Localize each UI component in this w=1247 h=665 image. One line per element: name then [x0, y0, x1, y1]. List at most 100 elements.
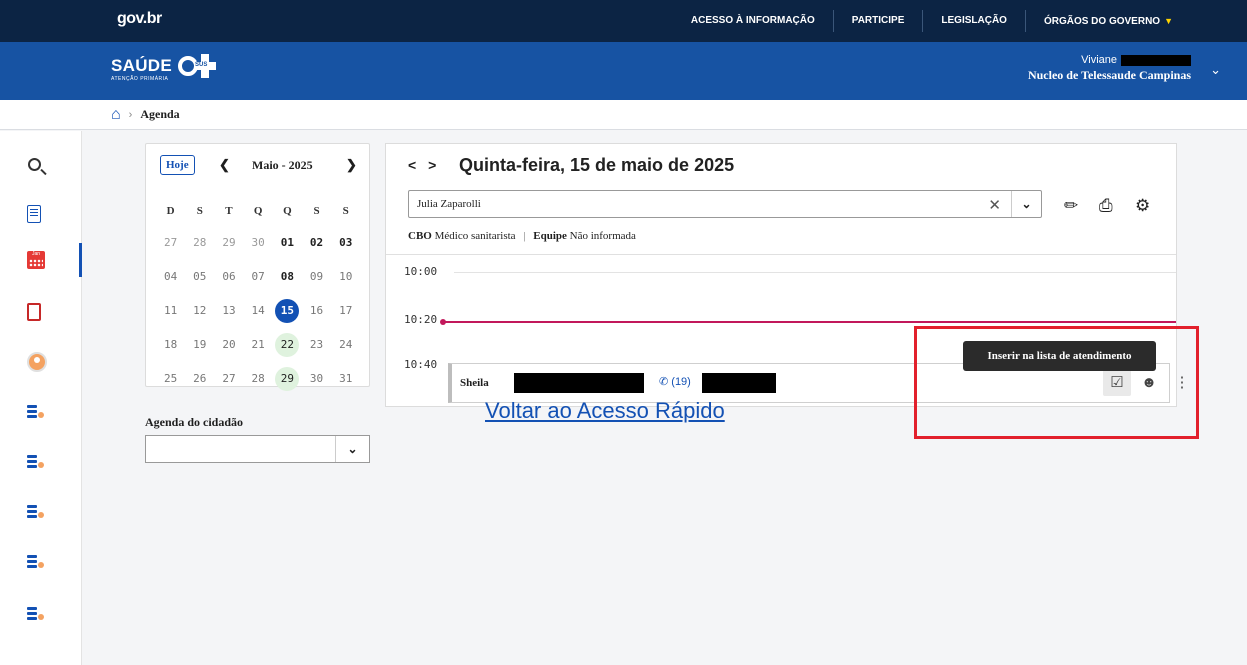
phone-icon: ✆	[659, 376, 672, 388]
calendar-day[interactable]: 16	[302, 299, 331, 323]
calendar-day[interactable]: 04	[156, 265, 185, 289]
professional-select[interactable]: Julia Zaparolli ✕ ⌄	[408, 190, 1042, 218]
calendar-day[interactable]: 20	[214, 333, 243, 357]
calendar-day[interactable]: 21	[244, 333, 273, 357]
current-time-indicator	[440, 319, 1176, 325]
sidebar-item-checklist[interactable]	[0, 445, 82, 479]
calendar-day[interactable]: 03	[331, 231, 360, 255]
calendar-day[interactable]: 31	[331, 367, 360, 391]
saude-esus-logo[interactable]: SAÚDE ATENÇÃO PRIMÁRIA SUS	[111, 54, 217, 82]
clear-icon[interactable]: ✕	[988, 196, 1001, 215]
calendar-day-label: 14	[251, 304, 265, 317]
calendar-day-label: 06	[222, 270, 236, 283]
calendar-day[interactable]: 30	[302, 367, 331, 391]
home-icon[interactable]: ⌂	[111, 106, 121, 124]
calendar-day-label: 09	[309, 270, 324, 283]
calendar-day[interactable]: 02	[302, 231, 331, 255]
sidebar-item-agenda[interactable]	[0, 243, 82, 277]
calendar-day-label: 29	[275, 367, 300, 391]
calendar-day[interactable]: 09	[302, 265, 331, 289]
calendar-day[interactable]: 01	[273, 231, 302, 255]
calendar-day[interactable]: 15	[273, 299, 302, 323]
page-title: Quinta-feira, 15 de maio de 2025	[459, 155, 735, 175]
weekday-header: Q	[283, 205, 292, 217]
gov-top-bar: gov.br ACESSO À INFORMAÇÃO PARTICIPE LEG…	[0, 0, 1247, 42]
calendar-day-label: 28	[251, 372, 265, 385]
back-to-quick-access-link[interactable]: Voltar ao Acesso Rápido	[485, 398, 725, 424]
sidebar-item-search-list[interactable]	[0, 197, 82, 231]
calendar-grid: D S T Q Q S S 27 28 29 30 01 02 03 04 05 06 07 08 09 10 11 12 1…	[156, 199, 361, 401]
calendar-day[interactable]: 10	[331, 265, 360, 289]
chevron-down-icon[interactable]: ⌄	[335, 436, 369, 462]
user-info[interactable]: Viviane Nucleo de Telessaude Campinas	[1028, 54, 1191, 83]
sidebar-item-patient-list[interactable]	[0, 395, 82, 429]
gov-link-orgaos[interactable]: ÓRGÃOS DO GOVERNO ▼	[1024, 10, 1191, 32]
redacted-surname	[1121, 54, 1191, 66]
calendar-day[interactable]: 13	[214, 299, 243, 323]
gear-icon[interactable]: ⚙	[1135, 196, 1150, 216]
calendar-day[interactable]: 19	[185, 333, 214, 357]
print-icon[interactable]: ⎙	[1099, 196, 1113, 216]
chevron-down-icon: ▼	[1164, 16, 1173, 26]
gov-link-participe[interactable]: PARTICIPE	[832, 10, 923, 32]
calendar-day[interactable]: 18	[156, 333, 185, 357]
calendar-day[interactable]: 06	[214, 265, 243, 289]
chevron-right-icon[interactable]: ❯	[346, 157, 357, 173]
calendar-day[interactable]: 30	[244, 231, 273, 255]
gov-link-legislacao[interactable]: LEGISLAÇÃO	[922, 10, 1025, 32]
insert-attendance-list-icon[interactable]: ☑	[1103, 370, 1131, 396]
sidebar-item-citizen[interactable]	[0, 345, 82, 379]
agenda-cidadao-select[interactable]: ⌄	[145, 435, 370, 463]
gov-link-acesso[interactable]: ACESSO À INFORMAÇÃO	[673, 10, 833, 32]
calendar-day[interactable]: 25	[156, 367, 185, 391]
more-options-icon[interactable]: ⋮	[1168, 370, 1196, 396]
calendar-day[interactable]: 12	[185, 299, 214, 323]
calendar-day[interactable]: 29	[273, 367, 302, 391]
divider	[386, 254, 1176, 255]
calendar-day[interactable]: 08	[273, 265, 302, 289]
brand-title: SAÚDE	[111, 56, 173, 75]
calendar-day[interactable]: 29	[214, 231, 243, 255]
patient-phone[interactable]: ✆ (19)	[659, 375, 691, 388]
calendar-day[interactable]: 17	[331, 299, 360, 323]
sidebar-item-video-list[interactable]	[0, 597, 82, 631]
calendar-day[interactable]: 22	[273, 333, 302, 357]
chevron-left-icon[interactable]: ❮	[219, 157, 230, 173]
calendar-day[interactable]: 28	[185, 231, 214, 255]
user-menu-chevron-icon[interactable]: ⌄	[1210, 62, 1221, 78]
weekday-header: T	[225, 205, 233, 217]
citizen-icon[interactable]: ☻	[1135, 370, 1163, 396]
sidebar-item-queue[interactable]	[0, 545, 82, 579]
tooltip: Inserir na lista de atendimento	[963, 341, 1156, 371]
calendar-day[interactable]: 27	[214, 367, 243, 391]
calendar-day-label: 08	[280, 270, 294, 283]
govbr-logo[interactable]: gov.br	[117, 10, 162, 28]
calendar-day[interactable]: 27	[156, 231, 185, 255]
sidebar	[0, 131, 82, 665]
breadcrumb-current: Agenda	[140, 107, 180, 121]
calendar-day-label: 15	[275, 299, 300, 323]
cds-icon	[27, 303, 41, 321]
calendar-day[interactable]: 24	[331, 333, 360, 357]
today-button[interactable]: Hoje	[160, 155, 195, 175]
calendar-day-label: 02	[309, 236, 324, 249]
calendar-day[interactable]: 28	[244, 367, 273, 391]
day-nav-arrows-icon[interactable]: < >	[408, 157, 440, 173]
sidebar-item-cds[interactable]	[0, 295, 82, 329]
calendar-day[interactable]: 14	[244, 299, 273, 323]
calendar-day[interactable]: 05	[185, 265, 214, 289]
calendar-day-label: 20	[222, 338, 236, 351]
calendar-day[interactable]: 26	[185, 367, 214, 391]
search-list-icon	[27, 205, 41, 223]
calendar-day-label: 26	[193, 372, 207, 385]
calendar-day-label: 03	[339, 236, 353, 249]
calendar-day[interactable]: 11	[156, 299, 185, 323]
calendar-day[interactable]: 23	[302, 333, 331, 357]
pin-icon[interactable]: ✏	[1064, 196, 1078, 216]
calendar-day[interactable]: 07	[244, 265, 273, 289]
sidebar-item-medical-list[interactable]	[0, 495, 82, 529]
weekday-header: S	[313, 205, 320, 217]
sidebar-item-search[interactable]	[0, 147, 82, 181]
chevron-down-icon[interactable]: ⌄	[1011, 191, 1041, 217]
calendar-day-label: 27	[222, 372, 236, 385]
